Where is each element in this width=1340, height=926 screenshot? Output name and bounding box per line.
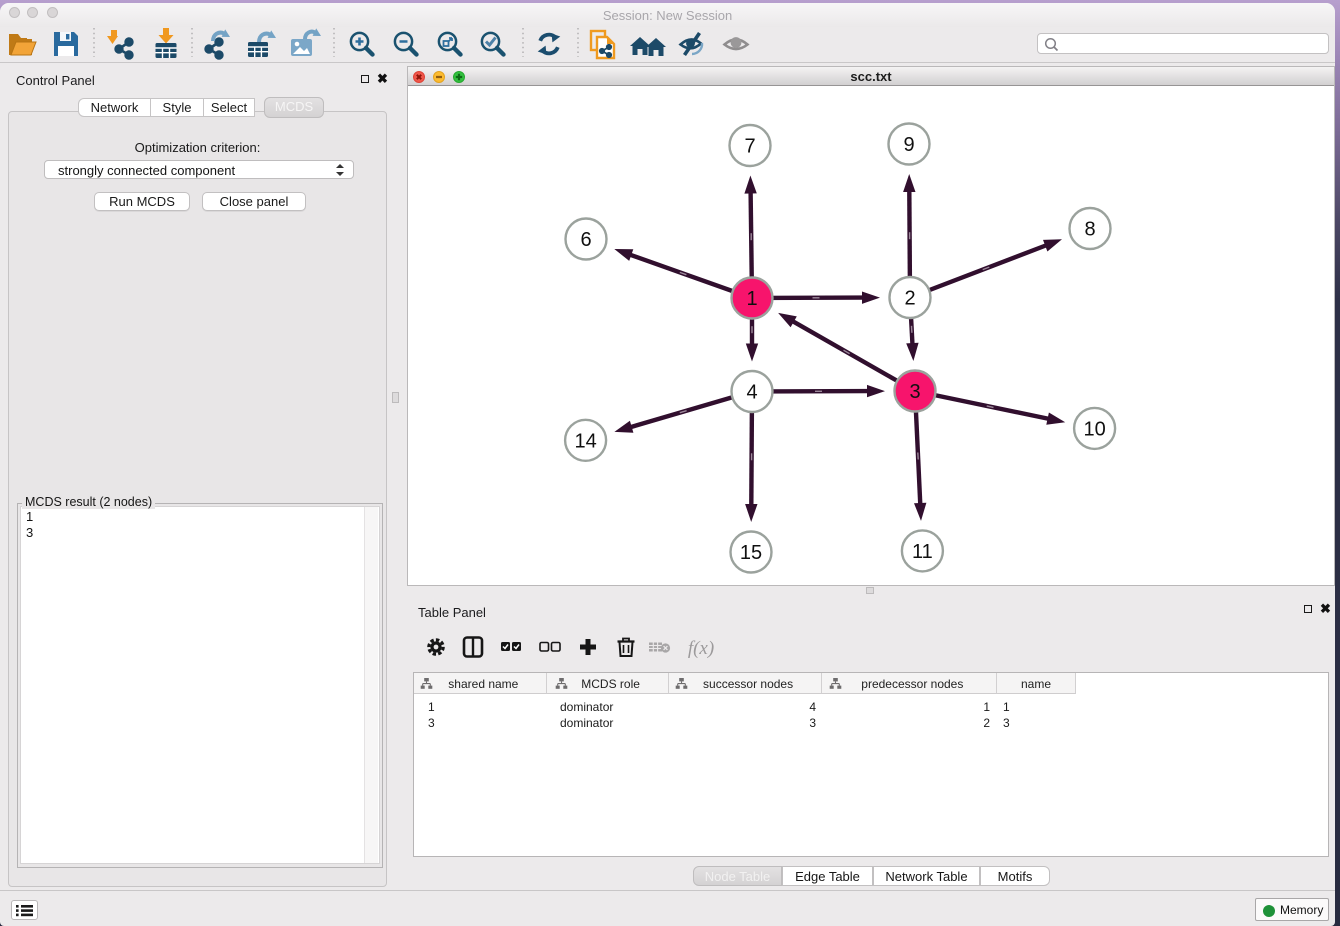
svg-text:15: 15	[740, 542, 762, 564]
svg-text:1: 1	[746, 288, 757, 310]
svg-text:9: 9	[903, 134, 914, 156]
svg-text:6: 6	[580, 229, 591, 251]
svg-text:f(x): f(x)	[688, 638, 714, 659]
svg-text:2: 2	[904, 288, 915, 310]
svg-text:8: 8	[1084, 219, 1095, 241]
svg-text:10: 10	[1083, 418, 1105, 440]
svg-text:3: 3	[909, 381, 920, 403]
svg-text:11: 11	[912, 541, 933, 563]
svg-text:7: 7	[744, 136, 755, 158]
svg-text:14: 14	[574, 430, 596, 452]
svg-text:4: 4	[746, 382, 757, 404]
